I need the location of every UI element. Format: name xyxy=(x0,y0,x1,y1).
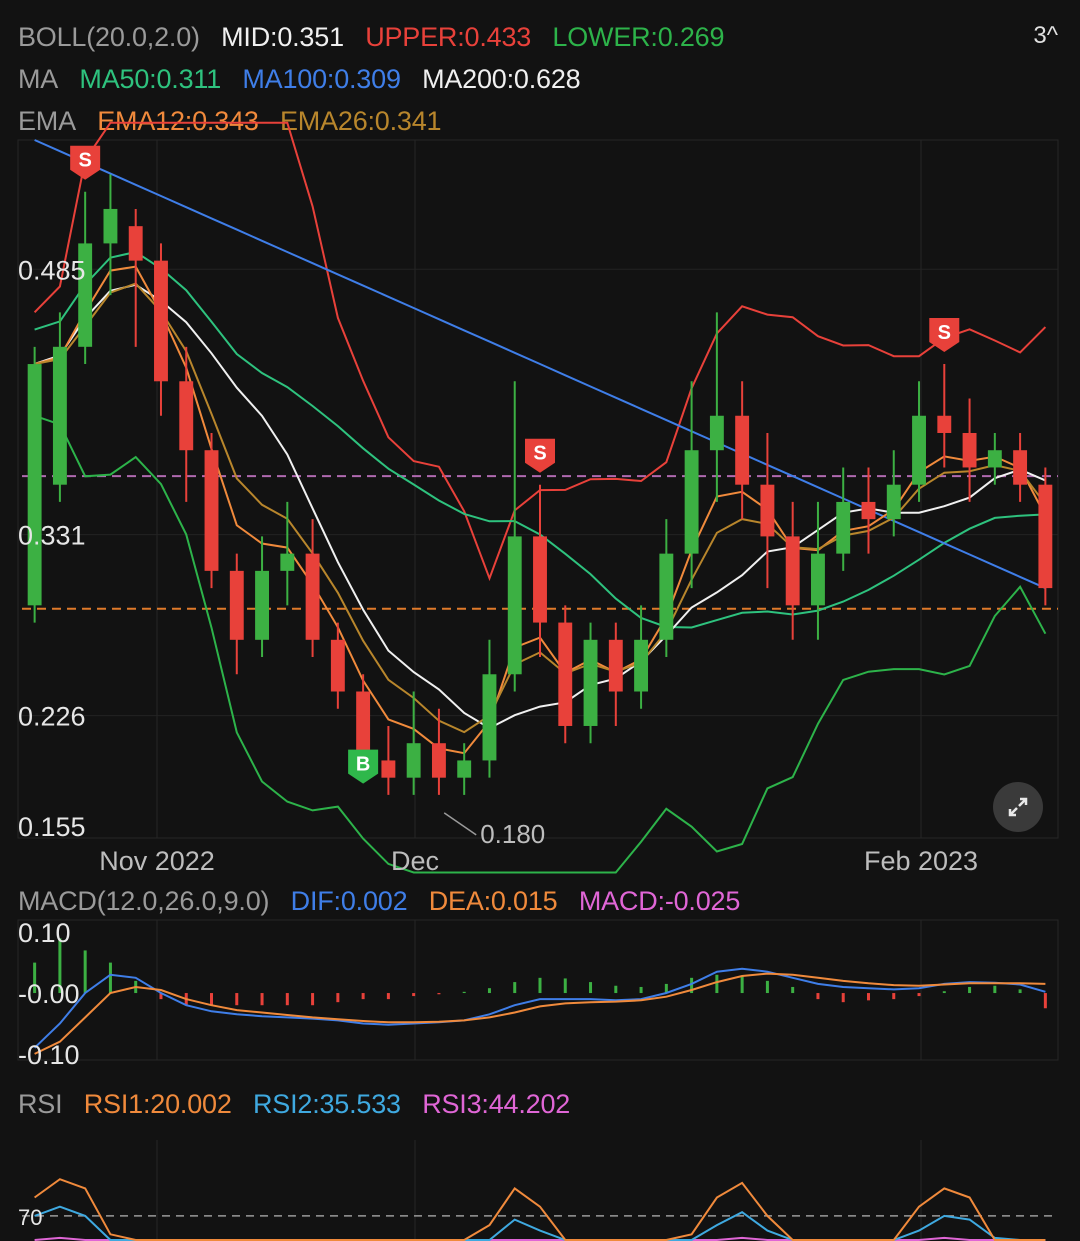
candle-body xyxy=(27,364,42,606)
expand-icon xyxy=(1008,797,1028,817)
candle-body xyxy=(229,570,244,640)
candle-body xyxy=(987,450,1002,468)
candle-body xyxy=(305,553,320,640)
candle-body xyxy=(912,415,926,485)
marker-label: S xyxy=(533,443,546,465)
candle-body xyxy=(431,743,446,778)
y-tick-label: 0.226 xyxy=(18,702,86,732)
candle-body xyxy=(634,639,649,692)
x-tick-label: Nov 2022 xyxy=(99,846,215,876)
y-tick-label: 0.331 xyxy=(18,521,86,551)
candle-body xyxy=(558,622,573,726)
candle-body xyxy=(128,226,143,261)
fullscreen-button[interactable] xyxy=(993,782,1043,832)
candle-body xyxy=(811,553,825,606)
candle-body xyxy=(255,570,269,640)
y-tick-label: 0.485 xyxy=(18,255,86,285)
candle-body xyxy=(406,743,421,778)
low-annotation-leader xyxy=(443,812,477,836)
candle-body xyxy=(886,484,901,520)
marker-label: S xyxy=(938,322,951,344)
candle-body xyxy=(684,450,699,554)
candle-body xyxy=(280,553,295,571)
x-tick-label: Feb 2023 xyxy=(864,846,978,876)
candle-body xyxy=(861,501,876,520)
low-annotation-label: 0.180 xyxy=(480,819,545,849)
marker-label: S xyxy=(78,150,91,172)
candle-body xyxy=(482,674,497,761)
x-tick-label: Dec xyxy=(391,846,439,876)
candle-body xyxy=(179,381,194,451)
panel-frame xyxy=(17,139,1059,839)
candle-body xyxy=(962,432,977,468)
candle-body xyxy=(937,415,952,433)
candle-body xyxy=(330,639,345,692)
candle-body xyxy=(533,536,547,623)
y-tick-label: 0.155 xyxy=(18,812,86,842)
candle-body xyxy=(204,450,219,571)
macd-y-tick: 0.10 xyxy=(18,918,71,948)
candle-body xyxy=(760,484,775,537)
candle-body xyxy=(154,260,168,382)
candle-body xyxy=(836,501,851,554)
macd-y-tick: -0.00 xyxy=(18,979,80,1009)
candle-body xyxy=(381,760,396,778)
candle-body xyxy=(709,415,724,451)
candle-body xyxy=(507,536,522,675)
candle-body xyxy=(103,208,118,244)
marker-label: B xyxy=(356,754,370,776)
candle-body xyxy=(52,346,67,485)
macd-y-tick: -0.10 xyxy=(18,1040,80,1070)
price-chart[interactable]: S B S S 0.180 0.485 0.331 0.226 0.155 Nov 2022 Dec… xyxy=(0,0,1080,1241)
candle-body xyxy=(457,760,472,778)
candle-body xyxy=(1038,484,1053,589)
candle-body xyxy=(735,415,750,485)
candle-body xyxy=(583,639,598,726)
rsi2-line xyxy=(34,1205,1046,1241)
rsi-y-tick: 70 xyxy=(18,1205,42,1230)
candle-body xyxy=(785,536,800,606)
candle-body xyxy=(659,553,674,640)
candle-body xyxy=(1013,450,1028,485)
candle-body xyxy=(608,639,623,692)
